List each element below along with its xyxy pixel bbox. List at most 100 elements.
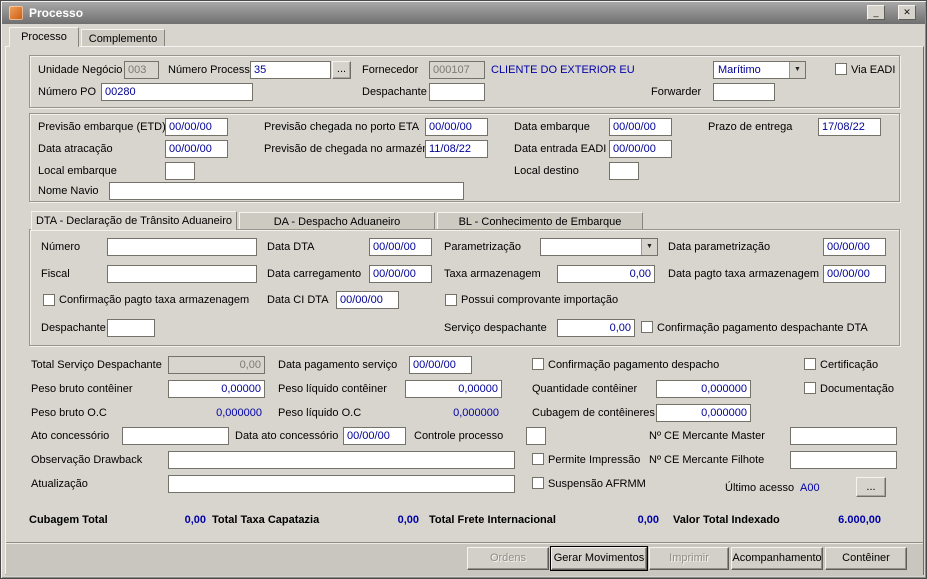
nome-navio-label: Nome Navio xyxy=(38,185,99,197)
data-pagto-taxa-field[interactable] xyxy=(823,265,886,283)
fornecedor-name: CLIENTE DO EXTERIOR EU xyxy=(491,64,635,76)
data-embarque-field[interactable] xyxy=(609,118,672,136)
previsao-embarque-field[interactable] xyxy=(165,118,228,136)
conteiner-button[interactable]: Contêiner xyxy=(825,547,907,570)
controle-processo-field[interactable] xyxy=(526,427,546,445)
data-entrada-eadi-field[interactable] xyxy=(609,140,672,158)
chevron-down-icon[interactable]: ▼ xyxy=(641,239,657,255)
data-ci-dta-field[interactable] xyxy=(336,291,399,309)
prazo-entrega-field[interactable] xyxy=(818,118,881,136)
previsao-chegada-armazem-label: Previsão de chegada no armazém xyxy=(264,143,432,155)
peso-liquido-conteiner-field[interactable] xyxy=(405,380,502,398)
modal-value: Marítimo xyxy=(718,64,761,76)
quantidade-conteiner-label: Quantidade contêiner xyxy=(532,383,638,395)
gerar-movimentos-button[interactable]: Gerar Movimentos xyxy=(551,547,647,570)
ultimo-acesso-value: A00 xyxy=(800,482,820,494)
permite-impressao-checkbox[interactable] xyxy=(532,453,544,465)
data-parametrizacao-field[interactable] xyxy=(823,238,886,256)
total-frete-internacional-label: Total Frete Internacional xyxy=(429,514,556,526)
confirm-pag-despacho-label: Confirmação pagamento despacho xyxy=(548,359,720,371)
suspensao-afrmm-checkbox[interactable] xyxy=(532,477,544,489)
despachante-field[interactable] xyxy=(429,83,485,101)
data-entrada-eadi-label: Data entrada EADI xyxy=(514,143,607,155)
window-title: Processo xyxy=(29,6,84,20)
process-window: Processo _ ✕ Processo Complemento Unidad… xyxy=(0,0,927,579)
dta-numero-label: Número xyxy=(41,241,81,253)
documentacao-checkbox[interactable] xyxy=(804,382,816,394)
nome-navio-field[interactable] xyxy=(109,182,464,200)
data-pagamento-servico-field[interactable] xyxy=(409,356,472,374)
forwarder-field[interactable] xyxy=(713,83,775,101)
minimize-button[interactable]: _ xyxy=(867,5,885,20)
confirm-pag-despachante-label: Confirmação pagamento despachante DTA xyxy=(657,322,868,334)
atualizacao-field[interactable] xyxy=(168,475,515,493)
certificacao-label: Certificação xyxy=(820,359,879,371)
observacao-drawback-field[interactable] xyxy=(168,451,515,469)
total-taxa-capatazia-value: 0,00 xyxy=(397,514,419,526)
total-frete-internacional-value: 0,00 xyxy=(637,514,659,526)
data-dta-field[interactable] xyxy=(369,238,432,256)
peso-bruto-oc-value: 0,000000 xyxy=(216,407,262,419)
permite-impressao-label: Permite Impressão xyxy=(548,454,641,466)
peso-liquido-oc-value: 0,000000 xyxy=(453,407,499,419)
previsao-embarque-label: Previsão embarque (ETD) xyxy=(38,121,166,133)
possui-comprovante-checkbox[interactable] xyxy=(445,294,457,306)
ce-mercante-master-field[interactable] xyxy=(790,427,897,445)
data-ci-dta-label: Data CI DTA xyxy=(267,294,329,306)
local-destino-field[interactable] xyxy=(609,162,639,180)
confirm-pag-despachante-checkbox[interactable] xyxy=(641,321,653,333)
close-button[interactable]: ✕ xyxy=(898,5,916,20)
servico-despachante-field[interactable] xyxy=(557,319,635,337)
peso-liquido-oc-label: Peso líquido O.C xyxy=(278,407,362,419)
numero-po-label: Número PO xyxy=(38,86,97,98)
tab-dta[interactable]: DTA - Declaração de Trânsito Aduaneiro xyxy=(31,211,237,230)
peso-liquido-conteiner-label: Peso líquido contêiner xyxy=(278,383,387,395)
app-icon xyxy=(9,6,23,20)
chevron-down-icon[interactable]: ▼ xyxy=(789,62,805,78)
total-servico-field xyxy=(168,356,265,374)
ordens-button: Ordens xyxy=(467,547,549,570)
local-embarque-field[interactable] xyxy=(165,162,195,180)
taxa-armazenagem-field[interactable] xyxy=(557,265,655,283)
tab-bl[interactable]: BL - Conhecimento de Embarque xyxy=(437,212,643,229)
certificacao-checkbox[interactable] xyxy=(804,358,816,370)
data-carregamento-field[interactable] xyxy=(369,265,432,283)
peso-bruto-conteiner-field[interactable] xyxy=(168,380,265,398)
unidade-negocio-label: Unidade Negócio xyxy=(38,64,123,76)
confirm-pag-despacho-checkbox[interactable] xyxy=(532,358,544,370)
tab-processo[interactable]: Processo xyxy=(9,27,79,47)
cubagem-conteineres-label: Cubagem de contêineres xyxy=(532,407,655,419)
modal-select[interactable]: Marítimo ▼ xyxy=(713,61,806,79)
data-ato-concessorio-field[interactable] xyxy=(343,427,406,445)
previsao-chegada-armazem-field[interactable] xyxy=(425,140,488,158)
previsao-chegada-porto-field[interactable] xyxy=(425,118,488,136)
parametrizacao-select[interactable]: ▼ xyxy=(540,238,658,256)
fiscal-field[interactable] xyxy=(107,265,257,283)
data-dta-label: Data DTA xyxy=(267,241,315,253)
numero-processo-label: Número Processo xyxy=(168,64,257,76)
cubagem-conteineres-field[interactable] xyxy=(656,404,751,422)
acompanhamento-button[interactable]: Acompanhamento xyxy=(731,547,823,570)
dta-despachante-label: Despachante xyxy=(41,322,106,334)
unidade-negocio-field xyxy=(124,61,159,79)
ato-concessorio-field[interactable] xyxy=(122,427,229,445)
via-eadi-checkbox[interactable] xyxy=(835,63,847,75)
possui-comprovante-label: Possui comprovante importação xyxy=(461,294,619,306)
ce-mercante-filhote-label: Nº CE Mercante Filhote xyxy=(649,454,765,466)
tab-complemento[interactable]: Complemento xyxy=(81,29,165,46)
quantidade-conteiner-field[interactable] xyxy=(656,380,751,398)
imprimir-button: Imprimir xyxy=(649,547,729,570)
tab-da[interactable]: DA - Despacho Aduaneiro xyxy=(239,212,435,229)
ultimo-acesso-browse-button[interactable]: ... xyxy=(856,477,886,497)
data-atracacao-label: Data atracação xyxy=(38,143,113,155)
data-atracacao-field[interactable] xyxy=(165,140,228,158)
numero-processo-field[interactable] xyxy=(250,61,331,79)
dta-despachante-field[interactable] xyxy=(107,319,155,337)
total-taxa-capatazia-label: Total Taxa Capatazia xyxy=(212,514,320,526)
ce-mercante-filhote-field[interactable] xyxy=(790,451,897,469)
dta-numero-field[interactable] xyxy=(107,238,257,256)
browse-processo-button[interactable]: ... xyxy=(332,61,351,79)
confirm-pagto-taxa-checkbox[interactable] xyxy=(43,294,55,306)
despachante-label: Despachante xyxy=(362,86,427,98)
numero-po-field[interactable] xyxy=(101,83,253,101)
